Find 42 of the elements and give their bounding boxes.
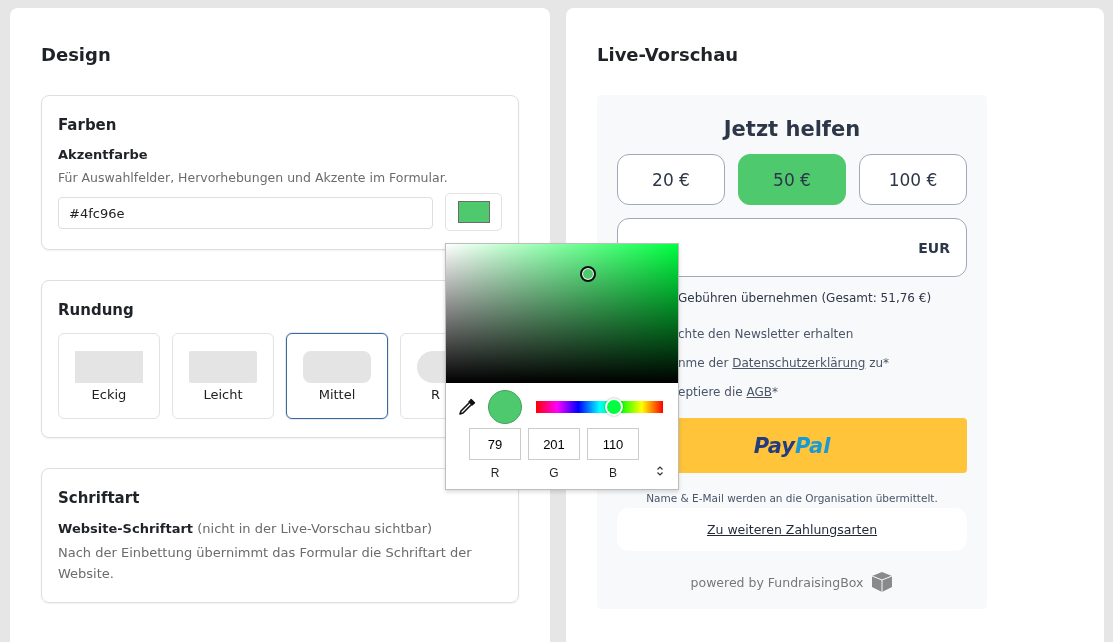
checkbox-label: Gebühren übernehmen (Gesamt: 51,76 €) (678, 291, 932, 305)
checkbox-label: chte den Newsletter erhalten (678, 327, 854, 341)
terms-link[interactable]: Datenschutzerklärung (732, 356, 866, 370)
amount-input-field[interactable]: EUR (617, 218, 967, 277)
rounding-option[interactable]: Mittel (286, 333, 388, 419)
checkbox-label: eptiere die AGB* (678, 385, 778, 399)
checkbox-label: nme der Datenschutzerklärung zu* (678, 356, 890, 370)
color-handle[interactable] (579, 266, 596, 283)
terms-link[interactable]: AGB (746, 385, 772, 399)
hue-slider[interactable] (536, 401, 663, 413)
saturation-area[interactable] (446, 244, 678, 383)
channel-input-field[interactable]: 110 (587, 428, 639, 460)
field-label: Akzentfarbe (58, 147, 149, 162)
channel-label: G (549, 466, 559, 480)
color-preview (488, 390, 522, 424)
card-title: Rundung (58, 301, 135, 319)
eyedropper-icon[interactable] (458, 398, 476, 416)
card-title: Schriftart (58, 489, 141, 507)
amount-button[interactable]: 100 € (859, 154, 967, 205)
mode-toggle-icon[interactable] (656, 465, 664, 477)
field-hint: Für Auswahlfelder, Hervorhebungen und Akzente im Formular. (58, 170, 449, 185)
rounding-option[interactable]: Leicht (172, 333, 274, 419)
panel-title: Design (41, 43, 112, 67)
channel-input-field[interactable]: 79 (469, 428, 521, 460)
amount-button[interactable]: 50 € (738, 154, 846, 205)
rounding-option[interactable]: Eckig (58, 333, 160, 419)
hue-handle[interactable] (605, 398, 624, 416)
amount-button[interactable]: 20 € (617, 154, 725, 205)
form-heading: Jetzt helfen (721, 117, 862, 141)
field-hint: Nach der Einbettung übernimmt das Formular die Schriftart der Website. (58, 544, 473, 583)
powered-by-text: powered by FundraisingBox (690, 574, 864, 590)
more-payments-link[interactable]: Zu weiteren Zahlungsarten (706, 522, 878, 537)
privacy-note: Name & E-Mail werden an die Organisation übermittelt. (645, 492, 939, 504)
color-swatch-button[interactable] (445, 193, 502, 231)
channel-label: B (609, 466, 617, 480)
card-title: Farben (58, 116, 118, 134)
field-label: Website-Schriftart (nicht in der Live-Vorschau sichtbar) (58, 521, 434, 536)
hex-input-field[interactable]: #4fc96e (58, 197, 433, 229)
channel-input-field[interactable]: 201 (528, 428, 580, 460)
panel-title: Live-Vorschau (597, 43, 740, 67)
cube-icon (871, 571, 894, 593)
channel-label: R (490, 466, 500, 480)
